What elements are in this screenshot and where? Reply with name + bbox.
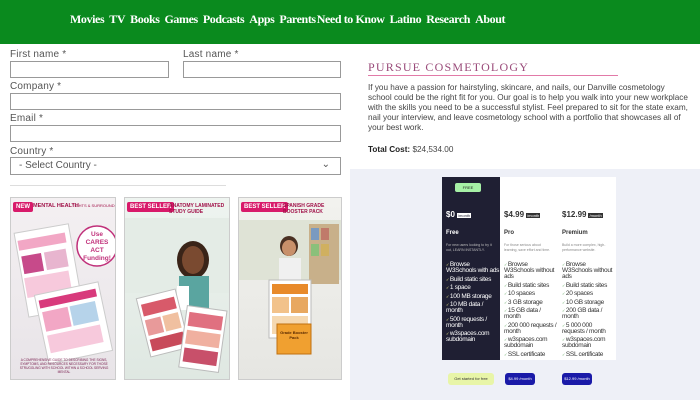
mental-health-guide-image xyxy=(13,223,115,365)
nav-item-apps[interactable]: Apps xyxy=(249,12,274,27)
country-selected-value: - Select Country - xyxy=(19,160,97,171)
nav-item-research[interactable]: Research xyxy=(426,12,470,27)
email-input[interactable] xyxy=(10,125,341,142)
plan-price-amount: $4.99 xyxy=(504,210,525,219)
nav-item-podcasts[interactable]: Podcasts xyxy=(203,12,245,27)
plan-price: $4.99/month xyxy=(504,210,541,219)
plan-price-amount: $12.99 xyxy=(562,210,587,219)
cares-act-sticker: Use CARES ACT Funding! xyxy=(83,231,111,262)
nav-item-books[interactable]: Books xyxy=(130,12,160,27)
feature-item: w3spaces.com subdomain xyxy=(562,336,616,349)
plan-name: Free xyxy=(446,230,459,236)
feature-item: Build static sites xyxy=(562,282,616,289)
plan-features: Browse W3Schools with ads Build static s… xyxy=(446,261,500,346)
plan-card-pro: $4.99/month Pro For those serious about … xyxy=(500,177,558,360)
cosmetology-description: If you have a passion for hairstyling, s… xyxy=(368,83,688,132)
product-caption: A COMPREHENSIVE GUIDE TO DESCRIBING THE … xyxy=(19,358,109,374)
feature-item: 1 space xyxy=(446,284,500,291)
plan-description: For new users looking to try it out, LEA… xyxy=(446,243,492,252)
total-cost-value: $24,534.00 xyxy=(412,145,454,154)
feature-item: 10 MB data / month xyxy=(446,301,500,314)
cosmetology-section: PURSUE COSMETOLOGY If you have a passion… xyxy=(350,44,700,169)
feature-item: Browse W3Schools with ads xyxy=(446,261,500,274)
nav-item-games[interactable]: Games xyxy=(165,12,199,27)
plan-card-free: FREE $0/month Free For new users looking… xyxy=(442,177,500,360)
plan-price: $0/month xyxy=(446,210,472,219)
last-name-input[interactable] xyxy=(183,61,341,78)
booster-pack-label: Grade Booster Pack xyxy=(280,330,308,340)
plan-price-period: /month xyxy=(456,213,472,218)
pricing-section: FREE $0/month Free For new users looking… xyxy=(350,169,700,400)
feature-item: Browse W3Schools without ads xyxy=(562,261,616,280)
feature-item: 500 requests / month xyxy=(446,316,500,329)
nav-item-latino[interactable]: Latino xyxy=(390,12,422,27)
feature-item: 200 GB data / month xyxy=(562,307,616,320)
get-started-free-button[interactable]: Get started for free xyxy=(448,373,494,385)
nav-item-about[interactable]: About xyxy=(475,12,505,27)
anatomy-guide-image xyxy=(125,218,229,374)
total-cost-label: Total Cost: xyxy=(368,145,411,154)
plan-name: Premium xyxy=(562,230,588,236)
company-input[interactable] xyxy=(10,93,341,110)
last-name-label: Last name * xyxy=(183,49,239,60)
feature-item: Build static sites xyxy=(446,276,500,283)
plan-features: Browse W3Schools without ads Build stati… xyxy=(562,261,616,360)
total-cost: Total Cost: $24,534.00 xyxy=(368,145,453,154)
plan-price-period: /month xyxy=(526,213,541,218)
feature-item: 3 GB storage xyxy=(504,299,558,306)
cosmetology-title: PURSUE COSMETOLOGY xyxy=(368,60,530,74)
feature-item: 10 spaces xyxy=(504,290,558,297)
feature-item: 5 000 000 requests / month xyxy=(562,322,616,335)
nav-item-movies[interactable]: Movies xyxy=(70,12,105,27)
country-select[interactable]: - Select Country - ⌄ xyxy=(10,157,341,175)
title-underline xyxy=(368,75,618,76)
spanish-booster-image xyxy=(239,220,341,355)
chevron-down-icon: ⌄ xyxy=(321,159,330,170)
company-label: Company * xyxy=(10,81,62,92)
feature-item: SSL certificate xyxy=(562,351,616,358)
nav-item-tv[interactable]: TV xyxy=(109,12,125,27)
top-nav-bar: Movies TV Books Games Podcasts Apps Pare… xyxy=(0,0,700,44)
premium-plan-button[interactable]: $12.99 /month xyxy=(562,373,592,385)
first-name-input[interactable] xyxy=(10,61,169,78)
free-tag: FREE xyxy=(455,183,481,192)
country-label: Country * xyxy=(10,146,54,157)
feature-item: 100 MB storage xyxy=(446,293,500,300)
plan-name: Pro xyxy=(504,230,515,236)
feature-item: 20 spaces xyxy=(562,290,616,297)
first-name-label: First name * xyxy=(10,49,67,60)
nav-item-need-to-know[interactable]: Need to Know xyxy=(317,12,385,27)
pro-plan-button[interactable]: $4.99 /month xyxy=(505,373,535,385)
product-card-anatomy[interactable]: BEST SELLER ANATOMY LAMINATED STUDY GUID… xyxy=(124,197,230,380)
nav-item-parents[interactable]: Parents xyxy=(279,12,316,27)
form-divider xyxy=(10,185,226,186)
plan-features: Browse W3Schools without ads Build stati… xyxy=(504,261,558,360)
product-card-spanish[interactable]: BEST SELLER SPANISH GRADE BOOSTER PACK G… xyxy=(238,197,342,380)
feature-item: w3spaces.com subdomain xyxy=(504,336,558,349)
feature-item: 10 GB storage xyxy=(562,299,616,306)
plan-price-period: /month xyxy=(588,213,603,218)
email-label: Email * xyxy=(10,113,44,124)
feature-item: SSL certificate xyxy=(504,351,558,358)
feature-item: Browse W3Schools without ads xyxy=(504,261,558,280)
product-card-mental-health[interactable]: NEW MENTAL HEALTH TIGHTS & SURROUND Use … xyxy=(10,197,116,380)
feature-item: Build static sites xyxy=(504,282,558,289)
plan-description: Build a more complex, high-performance w… xyxy=(562,243,606,252)
plan-card-premium: $12.99/month Premium Build a more comple… xyxy=(558,177,616,360)
plan-price-amount: $0 xyxy=(446,210,455,219)
plan-price: $12.99/month xyxy=(562,210,603,219)
feature-item: w3spaces.com subdomain xyxy=(446,330,500,343)
feature-item: 200 000 requests / month xyxy=(504,322,558,335)
feature-item: 15 GB data / month xyxy=(504,307,558,320)
nav-menu: Movies TV Books Games Podcasts Apps Pare… xyxy=(70,12,506,27)
plan-description: For those serious about learning, save e… xyxy=(504,243,551,252)
